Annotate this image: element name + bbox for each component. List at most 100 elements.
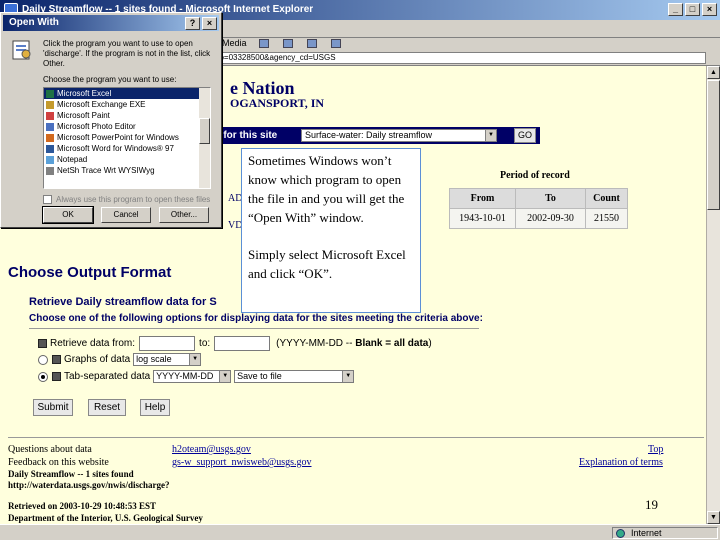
- help-button[interactable]: Help: [140, 399, 170, 416]
- edit-icon[interactable]: [330, 38, 341, 48]
- program-item-paint[interactable]: Microsoft Paint: [44, 110, 210, 121]
- program-item-excel[interactable]: Microsoft Excel: [44, 88, 210, 99]
- graph-scale-select[interactable]: log scale ▼: [133, 353, 202, 366]
- chevron-down-icon: ▼: [342, 371, 354, 382]
- excel-icon: [46, 90, 54, 98]
- explanation-link[interactable]: Explanation of terms: [579, 457, 663, 468]
- scroll-down-icon[interactable]: ▼: [707, 511, 720, 524]
- column-header: Count: [585, 188, 628, 209]
- table-cell: 21550: [585, 208, 628, 229]
- start-date-input[interactable]: [139, 336, 196, 351]
- program-item-exchange[interactable]: Microsoft Exchange EXE: [44, 99, 210, 110]
- open-with-icon: [12, 40, 31, 60]
- table-icon: [52, 372, 61, 381]
- site-location: OGANSPORT, IN: [230, 96, 325, 110]
- close-button[interactable]: ×: [702, 3, 717, 16]
- retrieve-dates-row: Retrieve data from: to: (YYYY-MM-DD -- B…: [38, 336, 432, 351]
- retrieve-heading: Retrieve Daily streamflow data for S: [29, 296, 217, 308]
- program-icon: [46, 167, 54, 175]
- program-label: Microsoft PowerPoint for Windows: [57, 133, 179, 142]
- ok-button[interactable]: OK: [42, 206, 94, 224]
- retrieve-from-label: Retrieve data from:: [50, 338, 136, 349]
- submit-button[interactable]: Submit: [33, 399, 73, 416]
- to-label: to:: [199, 338, 211, 349]
- choose-output-heading: Choose Output Format: [8, 264, 172, 281]
- address-input[interactable]: no=03328500&agency_cd=USGS: [200, 52, 706, 64]
- notepad-icon: [46, 156, 54, 164]
- graphs-radio[interactable]: [38, 354, 48, 365]
- globe-icon: [616, 529, 625, 538]
- graphs-label: Graphs of data: [64, 354, 131, 365]
- footer-page-name: Daily Streamflow -- 1 sites found: [8, 469, 134, 479]
- scroll-thumb[interactable]: [707, 80, 720, 210]
- program-label: Notepad: [57, 155, 88, 164]
- feedback-email-link[interactable]: gs-w_support_nwisweb@usgs.gov: [172, 457, 312, 468]
- mail-icon[interactable]: [282, 38, 293, 48]
- program-label: NetSh Trace Wrt WYSIWyg: [57, 166, 155, 175]
- dialog-close-button[interactable]: ×: [202, 17, 217, 30]
- page-scrollbar[interactable]: ▲ ▼: [706, 66, 720, 524]
- scroll-up-icon[interactable]: ▲: [707, 66, 720, 79]
- browser-statusbar: Internet: [0, 524, 720, 540]
- column-header: To: [515, 188, 586, 209]
- program-item-photo-editor[interactable]: Microsoft Photo Editor: [44, 121, 210, 132]
- list-scrollbar[interactable]: [199, 88, 210, 188]
- dialog-title: Open With: [9, 17, 59, 28]
- other-button[interactable]: Other...: [159, 207, 209, 223]
- dialog-help-button[interactable]: ?: [185, 17, 200, 30]
- always-use-checkbox[interactable]: [43, 195, 52, 204]
- always-use-row: Always use this program to open these fi…: [43, 195, 210, 204]
- chevron-down-icon: ▼: [189, 354, 201, 365]
- destination-select[interactable]: Save to file ▼: [234, 370, 355, 383]
- date-hint-suffix: ): [428, 338, 432, 349]
- data-type-select[interactable]: Surface-water: Daily streamflow ▼: [301, 129, 497, 142]
- table-cell: 1943-10-01: [449, 208, 516, 229]
- print-icon[interactable]: [306, 38, 317, 48]
- tab-separated-radio[interactable]: [38, 371, 48, 382]
- minimize-button[interactable]: _: [668, 3, 683, 16]
- date-hint-bold: Blank = all data: [355, 338, 429, 349]
- program-label: Microsoft Paint: [57, 111, 110, 120]
- program-item-notepad[interactable]: Notepad: [44, 154, 210, 165]
- callout-box: Sometimes Windows won’t know which progr…: [241, 148, 421, 313]
- date-hint-prefix: (YYYY-MM-DD --: [276, 338, 353, 349]
- slide-number: 19: [645, 497, 658, 512]
- graph-icon: [52, 355, 61, 364]
- retrieve-instructions: Choose one of the following options for …: [29, 313, 483, 324]
- cancel-button[interactable]: Cancel: [101, 207, 151, 223]
- security-zone: Internet: [612, 527, 718, 539]
- program-label: Microsoft Photo Editor: [57, 122, 136, 131]
- date-format-value: YYYY-MM-DD: [156, 371, 214, 381]
- list-scroll-thumb[interactable]: [199, 118, 210, 144]
- footer-url: http://waterdata.usgs.gov/nwis/discharge…: [8, 480, 170, 490]
- tab-separated-row: Tab-separated data YYYY-MM-DD ▼ Save to f…: [38, 370, 355, 383]
- date-hint: (YYYY-MM-DD -- Blank = all data): [276, 338, 432, 349]
- feedback-label: Feedback on this website: [8, 457, 109, 468]
- reset-button[interactable]: Reset: [88, 399, 126, 416]
- history-icon[interactable]: [258, 38, 269, 48]
- program-label: Microsoft Excel: [57, 89, 112, 98]
- data-type-value: Surface-water: Daily streamflow: [305, 130, 433, 140]
- program-list[interactable]: Microsoft Excel Microsoft Exchange EXE M…: [43, 87, 211, 189]
- program-item-powerpoint[interactable]: Microsoft PowerPoint for Windows: [44, 132, 210, 143]
- graph-scale-value: log scale: [136, 354, 172, 364]
- program-label: Microsoft Word for Windows® 97: [57, 144, 174, 153]
- top-link[interactable]: Top: [648, 444, 663, 455]
- choose-program-label: Choose the program you want to use:: [43, 75, 177, 84]
- maximize-button[interactable]: □: [685, 3, 700, 16]
- powerpoint-icon: [46, 134, 54, 142]
- footer-department: Department of the Interior, U.S. Geologi…: [8, 513, 203, 523]
- go-button[interactable]: GO: [514, 128, 536, 143]
- period-table: From To Count 1943-10-01 2002-09-30 2155…: [449, 188, 628, 229]
- data-for-site-bar: data for this site Surface-water: Daily …: [196, 127, 540, 144]
- column-header: From: [449, 188, 516, 209]
- end-date-input[interactable]: [214, 336, 271, 351]
- zone-label: Internet: [631, 528, 662, 538]
- divider: [8, 437, 704, 438]
- exchange-icon: [46, 101, 54, 109]
- questions-email-link[interactable]: h2oteam@usgs.gov: [172, 444, 251, 455]
- program-item-other[interactable]: NetSh Trace Wrt WYSIWyg: [44, 165, 210, 176]
- date-format-select[interactable]: YYYY-MM-DD ▼: [153, 370, 232, 383]
- period-of-record-title: Period of record: [500, 170, 570, 181]
- program-item-word[interactable]: Microsoft Word for Windows® 97: [44, 143, 210, 154]
